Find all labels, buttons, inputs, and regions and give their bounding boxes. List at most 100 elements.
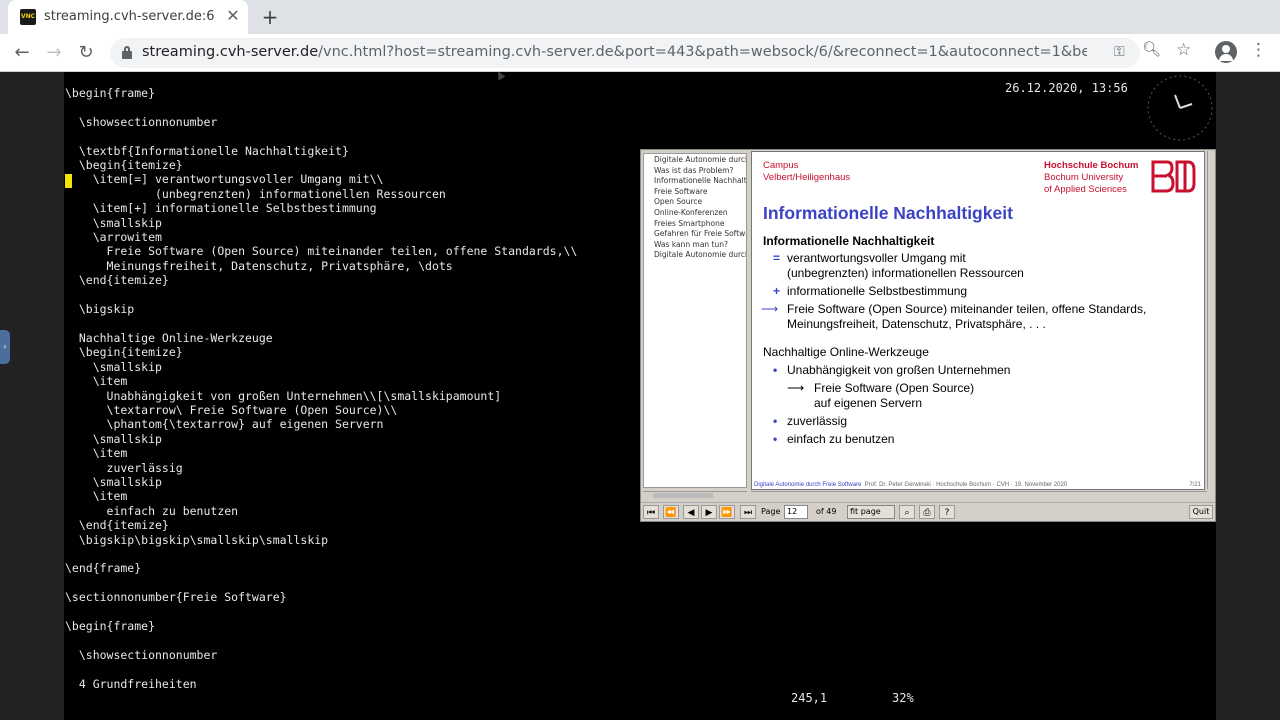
outline-scrollbar[interactable] [643, 491, 747, 499]
item-text: verantwortungsvoller Umgang mit [787, 251, 966, 265]
url-host: streaming.cvh-server.de [142, 44, 319, 60]
editor-text-after: (unbegrenzten) informationellen Ressourc… [65, 186, 578, 691]
bullet-icon: • [773, 414, 778, 428]
university-line: Bochum University [1044, 172, 1124, 183]
outline-scroll-thumb[interactable] [653, 493, 713, 498]
slide-item: = verantwortungsvoller Umgang mit (unbeg… [763, 251, 1193, 281]
subitem-text: Freie Software (Open Source) [814, 381, 975, 395]
item-mark: + [773, 284, 781, 298]
campus-line: Velbert/Heiligenhaus [763, 172, 851, 183]
zoom-icon[interactable]: 🔍︎ [1142, 40, 1161, 58]
bullet-icon: • [773, 432, 778, 446]
slide-body: Informationelle Nachhaltigkeit = verantw… [761, 234, 1193, 447]
item-text: informationelle Selbstbestimmung [787, 284, 968, 298]
lock-icon[interactable] [122, 46, 132, 59]
vnc-viewport[interactable]: › \begin{frame} \showsectionnonumber \te… [0, 72, 1280, 720]
slide-university-label: Hochschule Bochum Bochum University of A… [1044, 160, 1139, 196]
profile-avatar-icon[interactable] [1215, 41, 1237, 63]
outline-item[interactable]: Freies Smartphone [644, 219, 746, 230]
pdf-slide-page: Campus Velbert/Heiligenhaus Hochschule B… [751, 151, 1205, 490]
tab-title: streaming.cvh-server.de:6 [44, 9, 215, 24]
pdf-outline-panel[interactable]: Digitale Autonomie durch F Was ist das P… [643, 153, 747, 488]
help-icon[interactable]: ? [939, 505, 955, 519]
remote-desktop[interactable]: \begin{frame} \showsectionnonumber \text… [64, 72, 1216, 720]
item-text: Freie Software (Open Source) miteinander… [787, 302, 1147, 316]
page-count: of 49 [816, 507, 837, 516]
outline-item[interactable]: Was ist das Problem? [644, 166, 746, 177]
slide-footer: Digitale Autonomie durch Freie Software … [754, 482, 1204, 488]
slide-bullet: • Unabhängigkeit von großen Unternehmen [763, 363, 1193, 378]
long-arrow-icon: ⟶ [761, 302, 779, 316]
slide-item: + informationelle Selbstbestimmung [763, 284, 1193, 299]
address-bar[interactable]: streaming.cvh-server.de/vnc.html?host=st… [110, 38, 1140, 68]
browser-tab[interactable]: VNC streaming.cvh-server.de:6 ✕ [8, 0, 248, 34]
quit-button[interactable]: Quit [1189, 505, 1213, 519]
vnc-favicon-icon: VNC [20, 9, 36, 25]
new-tab-button[interactable]: + [258, 5, 282, 29]
pdf-toolbar: ⏮ ⏪ ◀ ▶ ⏩ ⏭ Page 12 of 49 fit page ⌕ ⎙ ?… [641, 502, 1215, 521]
desktop-clock-text: 26.12.2020, 13:56 [1005, 81, 1128, 95]
university-line: Hochschule Bochum [1044, 160, 1139, 171]
close-icon[interactable]: ✕ [224, 7, 242, 25]
prev-page-icon[interactable]: ◀ [683, 505, 699, 519]
slide-item: ⟶ Freie Software (Open Source) miteinand… [761, 302, 1193, 332]
bullet-text: einfach zu benutzen [787, 432, 895, 446]
reload-button[interactable]: ↻ [72, 39, 100, 67]
outline-item[interactable]: Freie Software [644, 187, 746, 198]
item-mark: = [773, 251, 781, 265]
page-number-input[interactable]: 12 [784, 505, 808, 519]
outline-item[interactable]: Was kann man tun? [644, 240, 746, 251]
next-page-icon[interactable]: ▶ [701, 505, 717, 519]
slide-subitem: ⟶ Freie Software (Open Source) auf eigen… [763, 381, 1193, 411]
key-icon[interactable]: ⚿ [1114, 44, 1125, 60]
bookmark-star-icon[interactable]: ☆ [1176, 40, 1191, 60]
slide-horizontal-scrollbar[interactable] [751, 491, 1207, 499]
hochschule-bochum-logo-icon [1150, 160, 1196, 193]
university-line: of Applied Sciences [1044, 184, 1127, 195]
footer-title: Digitale Autonomie durch Freie Software [754, 482, 862, 488]
slide-bullet: • einfach zu benutzen [763, 432, 1193, 447]
slide-page-number: 7/21 [1189, 482, 1201, 488]
browser-toolbar: ← → ↻ streaming.cvh-server.de/vnc.html?h… [0, 34, 1280, 72]
outline-item[interactable]: Gefahren für Freie Software [644, 229, 746, 240]
forward-button[interactable]: → [40, 39, 68, 67]
outline-item[interactable]: Digitale Autonomie durch F [644, 155, 746, 166]
outline-item[interactable]: Open Source [644, 197, 746, 208]
text-editor[interactable]: \begin{frame} \showsectionnonumber \text… [65, 86, 577, 691]
back-button[interactable]: ← [8, 39, 36, 67]
bullet-icon: • [773, 363, 778, 377]
outline-item[interactable]: Online-Konferenzen [644, 208, 746, 219]
item-text: (unbegrenzten) informationellen Ressourc… [787, 266, 1024, 280]
slide-heading: Informationelle Nachhaltigkeit [763, 234, 935, 248]
url-path: /vnc.html?host=streaming.cvh-server.de&p… [318, 44, 1087, 60]
menu-kebab-icon[interactable]: ⋮ [1250, 40, 1267, 60]
find-icon[interactable]: ⌕ [899, 505, 915, 519]
outline-item[interactable]: Digitale Autonomie durch F [644, 250, 746, 261]
page-label: Page [761, 507, 781, 516]
outline-item[interactable]: Informationelle Nachhaltigk [644, 176, 746, 187]
campus-line: Campus [763, 160, 799, 171]
zoom-select[interactable]: fit page [847, 505, 895, 519]
slide-campus-label: Campus Velbert/Heiligenhaus [763, 160, 850, 184]
url-text[interactable]: streaming.cvh-server.de/vnc.html?host=st… [142, 44, 1087, 60]
pdf-viewer-window[interactable]: Digitale Autonomie durch F Was ist das P… [640, 149, 1216, 522]
editor-text-before: \begin{frame} \showsectionnonumber \text… [65, 86, 349, 173]
cursor-position: 245,1 [791, 691, 828, 705]
last-page-icon[interactable]: ⏭ [740, 505, 756, 519]
vnc-margin-left [0, 72, 64, 720]
rewind-icon[interactable]: ⏪ [663, 505, 679, 519]
print-icon[interactable]: ⎙ [919, 505, 935, 519]
fast-forward-icon[interactable]: ⏩ [719, 505, 735, 519]
analog-clock-icon [1147, 75, 1213, 141]
subitem-text: auf eigenen Servern [814, 396, 923, 410]
tab-strip: VNC streaming.cvh-server.de:6 ✕ + [0, 0, 1280, 34]
vnc-control-bar-handle[interactable]: › [0, 330, 10, 364]
item-text: Meinungsfreiheit, Datenschutz, Privatsph… [787, 317, 1046, 331]
slide-subheading: Nachhaltige Online-Werkzeuge [763, 345, 929, 359]
long-arrow-icon: ⟶ [787, 381, 805, 395]
slide-vertical-scrollbar[interactable] [1207, 151, 1215, 489]
first-page-icon[interactable]: ⏮ [643, 505, 659, 519]
slide-title: Informationelle Nachhaltigkeit [763, 203, 1013, 223]
vnc-margin-right [1216, 72, 1280, 720]
text-cursor [65, 174, 72, 188]
